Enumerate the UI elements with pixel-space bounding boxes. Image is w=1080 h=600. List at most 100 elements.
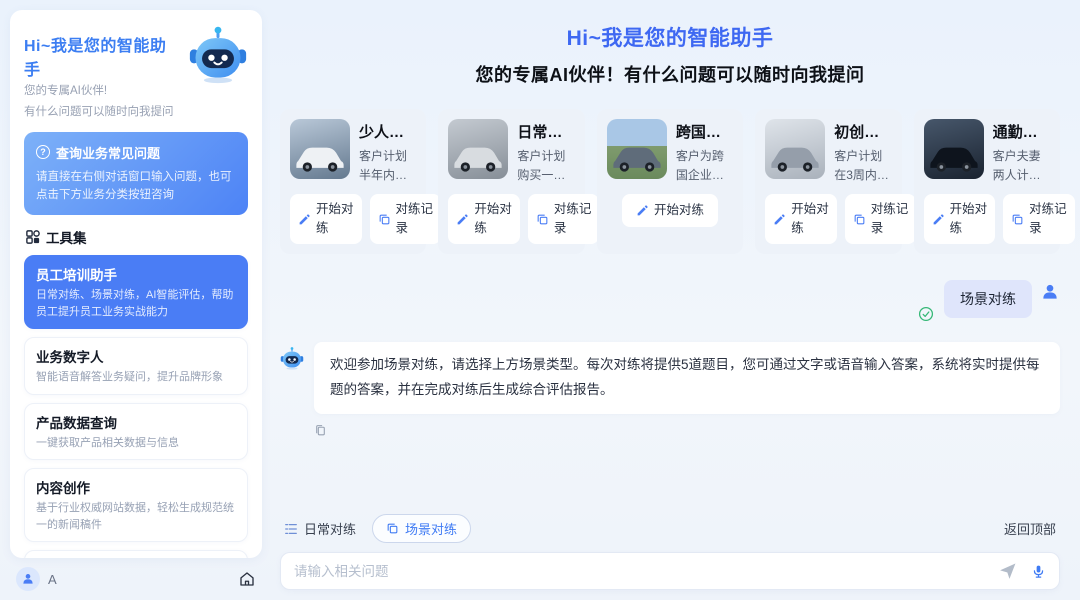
practice-records-label: 对练记录	[871, 200, 909, 238]
scenario-card-startup[interactable]: 初创公司... 客户计划在3周内购买一辆... 开始对练 对练记录	[755, 109, 901, 254]
pencil-icon	[773, 213, 786, 226]
tools-section-header: 工具集	[26, 227, 246, 247]
robot-mascot-icon	[188, 24, 248, 84]
pencil-icon	[932, 213, 945, 226]
user-initial: A	[48, 572, 57, 587]
sidebar-card: Hi~我是您的智能助手 您的专属AI伙伴! 有什么问题可以随时向我提问 查询业务…	[10, 10, 262, 558]
tool-name: 产品数据查询	[36, 412, 236, 432]
scenario-desc: 客户计划购买一款中大型...	[517, 147, 574, 185]
start-practice-button[interactable]: 开始对练	[765, 194, 837, 244]
sidebar-footer: A	[10, 558, 262, 594]
sidebar-item-employee-assistant[interactable]: 员工助手 智能解答企业内部问题，一键查询&执行复杂流程	[24, 550, 248, 558]
pencil-icon	[636, 204, 649, 217]
sidebar-title: Hi~我是您的智能助手	[24, 32, 182, 80]
send-icon[interactable]	[999, 562, 1017, 580]
practice-records-label: 对练记录	[1029, 200, 1067, 238]
pencil-icon	[456, 213, 469, 226]
sidebar-item-product-data[interactable]: 产品数据查询 一键获取产品相关数据与信息	[24, 403, 248, 461]
scenario-card-multinational[interactable]: 跨国企业... 客户为跨国企业高管，购... 开始对练	[597, 109, 743, 254]
start-practice-label: 开始对练	[654, 201, 704, 220]
faq-card[interactable]: 查询业务常见问题 请直接在右侧对话窗口输入问题，也可点击下方业务分类按钮咨询	[24, 132, 248, 216]
start-practice-button[interactable]: 开始对练	[448, 194, 520, 244]
tools-header-label: 工具集	[46, 227, 87, 247]
user-message-bubble: 场景对练	[944, 280, 1032, 318]
start-practice-label: 开始对练	[474, 200, 512, 238]
app-window: Hi~我是您的智能助手 您的专属AI伙伴! 有什么问题可以随时向我提问 查询业务…	[0, 0, 1080, 600]
chat-area: 场景对练 欢迎参加场景对练，请选择上方场景类型。每次对练将提供5道题目，您可通过…	[280, 254, 1060, 514]
faq-card-desc: 请直接在右侧对话窗口输入问题，也可点击下方业务分类按钮咨询	[36, 168, 236, 205]
practice-records-button[interactable]: 对练记录	[1003, 194, 1075, 244]
bot-message-row: 欢迎参加场景对练，请选择上方场景类型。每次对练将提供5道题目，您可通过文字或语音…	[280, 342, 1060, 414]
user-avatar-icon	[1040, 282, 1060, 302]
start-practice-button[interactable]: 开始对练	[290, 194, 362, 244]
car-thumbnail	[290, 119, 350, 179]
scenario-desc: 客户计划在3周内购买一辆...	[834, 147, 891, 185]
scenes-icon	[386, 522, 399, 535]
start-practice-label: 开始对练	[791, 200, 829, 238]
start-practice-button[interactable]: 开始对练	[924, 194, 996, 244]
bot-avatar-icon	[280, 346, 304, 370]
tab-scenario-label: 场景对练	[405, 519, 457, 538]
check-success-icon	[918, 306, 934, 322]
sidebar-item-digital-human[interactable]: 业务数字人 智能语音解答业务疑问，提升品牌形象	[24, 337, 248, 395]
page-title: Hi~我是您的智能助手	[280, 22, 1060, 52]
tab-scenario-practice[interactable]: 场景对练	[372, 514, 471, 543]
practice-records-label: 对练记录	[396, 200, 434, 238]
tool-name: 员工培训助手	[36, 264, 236, 284]
practice-records-button[interactable]: 对练记录	[370, 194, 442, 244]
tab-daily-practice[interactable]: 日常对练	[284, 519, 356, 538]
sidebar-item-employee-training[interactable]: 员工培训助手 日常对练、场景对练，AI智能评估，帮助员工提升员工业务实战能力	[24, 255, 248, 329]
list-icon	[284, 522, 298, 536]
records-icon	[536, 213, 549, 226]
tool-desc: 日常对练、场景对练，AI智能评估，帮助员工提升员工业务实战能力	[36, 287, 236, 320]
start-practice-label: 开始对练	[950, 200, 988, 238]
records-icon	[378, 213, 391, 226]
message-input-bar	[280, 552, 1060, 590]
start-practice-button[interactable]: 开始对练	[622, 194, 718, 227]
user-message-row: 场景对练	[280, 280, 1060, 318]
pencil-icon	[298, 213, 311, 226]
scenario-card-family[interactable]: 少人口家... 客户计划半年内购买一辆2... 开始对练 对练记录	[280, 109, 426, 254]
back-to-top-button[interactable]: 返回顶部	[1004, 519, 1056, 538]
car-thumbnail	[924, 119, 984, 179]
sidebar-item-content-creation[interactable]: 内容创作 基于行业权威网站数据，轻松生成规范统一的新闻稿件	[24, 468, 248, 542]
tool-name: 业务数字人	[36, 346, 236, 366]
user-avatar-icon[interactable]	[16, 567, 40, 591]
main-area: Hi~我是您的智能助手 您的专属AI伙伴！有什么问题可以随时向我提问 少人口家.…	[262, 0, 1080, 600]
scenario-card-commute[interactable]: 通勤长途... 客户夫妻两人计划在两个... 开始对练 对练记录	[914, 109, 1060, 254]
faq-card-title: 查询业务常见问题	[56, 143, 160, 162]
page-subtitle: 您的专属AI伙伴！有什么问题可以随时向我提问	[280, 61, 1060, 87]
scenario-cards-row: 少人口家... 客户计划半年内购买一辆2... 开始对练 对练记录	[280, 109, 1060, 254]
scenario-card-business[interactable]: 日常商务... 客户计划购买一款中大型... 开始对练 对练记录	[438, 109, 584, 254]
message-actions	[314, 424, 1060, 437]
tab-daily-label: 日常对练	[304, 519, 356, 538]
scenario-desc: 客户夫妻两人计划在两个...	[993, 147, 1050, 185]
tool-desc: 一键获取产品相关数据与信息	[36, 435, 236, 452]
home-icon[interactable]	[238, 570, 256, 588]
scenario-title: 跨国企业...	[676, 121, 733, 142]
scenario-title: 日常商务...	[517, 121, 574, 142]
bot-message-bubble: 欢迎参加场景对练，请选择上方场景类型。每次对练将提供5道题目，您可通过文字或语音…	[314, 342, 1060, 414]
mic-icon[interactable]	[1031, 564, 1046, 579]
scenario-title: 通勤长途...	[993, 121, 1050, 142]
chat-footer: 日常对练 场景对练 返回顶部	[280, 514, 1060, 590]
car-thumbnail	[448, 119, 508, 179]
tool-name: 内容创作	[36, 477, 236, 497]
copy-icon[interactable]	[314, 424, 327, 437]
grid-icon	[26, 230, 40, 244]
sidebar-header: Hi~我是您的智能助手 您的专属AI伙伴! 有什么问题可以随时向我提问	[24, 24, 248, 122]
practice-records-button[interactable]: 对练记录	[528, 194, 600, 244]
car-thumbnail	[607, 119, 667, 179]
question-circle-icon	[36, 145, 50, 159]
tool-desc: 智能语音解答业务疑问，提升品牌形象	[36, 369, 236, 386]
records-icon	[853, 213, 866, 226]
records-icon	[1011, 213, 1024, 226]
sidebar-subtitle-line1: 您的专属AI伙伴!	[24, 83, 182, 101]
sidebar: Hi~我是您的智能助手 您的专属AI伙伴! 有什么问题可以随时向我提问 查询业务…	[10, 10, 262, 594]
sidebar-subtitle-line2: 有什么问题可以随时向我提问	[24, 104, 182, 122]
question-input[interactable]	[294, 564, 999, 579]
start-practice-label: 开始对练	[316, 200, 354, 238]
scenario-title: 少人口家...	[359, 121, 416, 142]
practice-tabs: 日常对练 场景对练 返回顶部	[280, 514, 1060, 543]
practice-records-button[interactable]: 对练记录	[845, 194, 917, 244]
